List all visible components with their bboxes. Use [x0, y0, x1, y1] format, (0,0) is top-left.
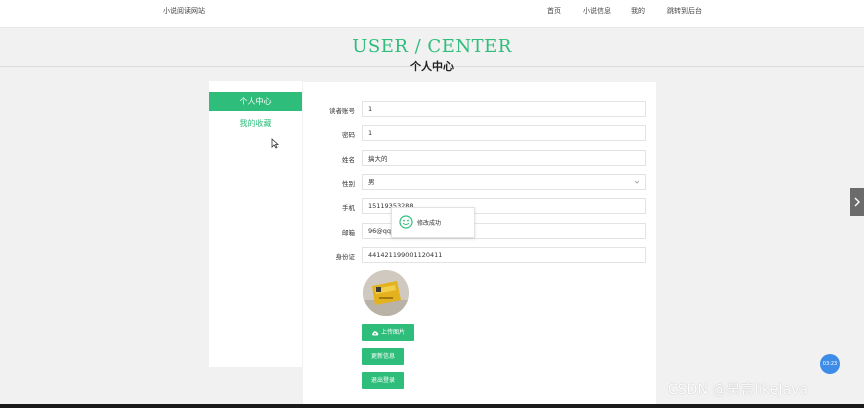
gender-select[interactable]: 男 [362, 174, 646, 190]
chevron-right-icon [854, 197, 860, 207]
label-name: 姓名 [342, 156, 355, 164]
cloud-upload-icon [371, 330, 379, 335]
name-field[interactable] [362, 150, 646, 166]
sidebar-item-user-center[interactable]: 个人中心 [209, 92, 302, 111]
side-collapse-button[interactable] [850, 188, 864, 216]
avatar-image [363, 270, 409, 316]
label-gender: 性别 [342, 180, 355, 188]
top-navbar: 小说阅读网站 首页 小说信息 我的 跳转到后台 [0, 0, 864, 28]
watermark: CSDN @昊言likeJava [668, 382, 808, 398]
label-email: 邮箱 [342, 229, 355, 237]
toast-message: 修改成功 [417, 220, 442, 227]
bottom-bar [0, 404, 864, 408]
password-field[interactable] [362, 125, 646, 141]
account-field[interactable] [362, 101, 646, 117]
label-password: 密码 [342, 131, 355, 139]
id-card-field[interactable] [362, 247, 646, 263]
label-account: 读者账号 [329, 107, 355, 115]
gender-select-value: 男 [368, 178, 375, 186]
nav-home[interactable]: 首页 [547, 6, 561, 16]
nav-admin[interactable]: 跳转到后台 [667, 6, 702, 16]
nav-mine[interactable]: 我的 [631, 6, 645, 16]
avatar [363, 270, 409, 316]
mouse-cursor-icon [271, 138, 280, 149]
sidebar: 个人中心 我的收藏 [209, 81, 302, 367]
sidebar-item-favorites[interactable]: 我的收藏 [209, 114, 302, 133]
label-phone: 手机 [342, 204, 355, 212]
label-id-card: 身份证 [335, 253, 356, 261]
logout-button[interactable]: 退出登录 [362, 372, 404, 389]
nav-novel-info[interactable]: 小说信息 [583, 6, 611, 16]
update-info-button[interactable]: 更新信息 [362, 348, 404, 365]
page-title-cn: 个人中心 [410, 60, 454, 73]
chevron-down-icon [634, 180, 640, 184]
page-title-en: USER / CENTER [352, 36, 512, 57]
floating-timer-badge[interactable]: 03:23 [820, 354, 840, 374]
upload-image-button[interactable]: 上传图片 [362, 324, 414, 341]
success-toast: 修改成功 [391, 207, 475, 238]
upload-image-label: 上传图片 [380, 329, 405, 336]
site-name[interactable]: 小说阅读网站 [163, 6, 205, 16]
smile-icon [399, 215, 413, 229]
